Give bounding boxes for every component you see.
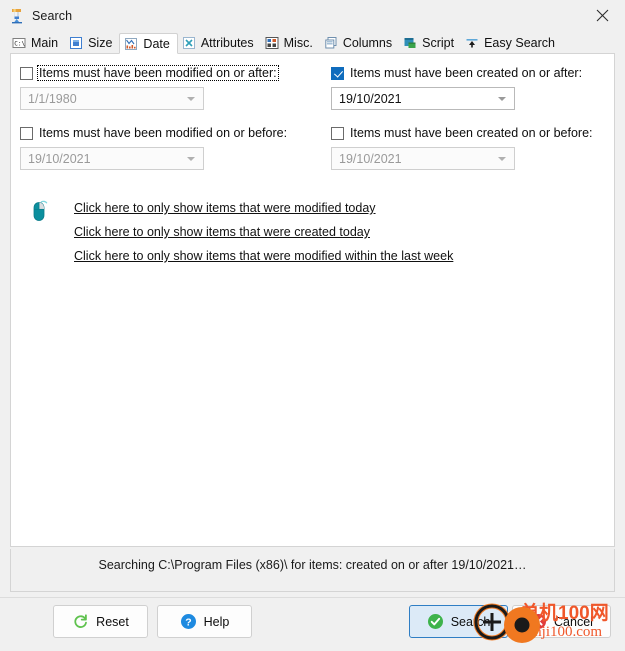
checkbox-created-on-or-after[interactable] — [331, 66, 344, 80]
tab-label: Date — [143, 36, 170, 51]
easy-search-icon — [465, 36, 479, 50]
reset-button[interactable]: Reset — [53, 605, 148, 638]
checkbox-row[interactable]: Items must have been created on or after… — [331, 65, 583, 81]
window-title: Search — [32, 8, 73, 23]
checkbox-modified-on-or-before[interactable] — [20, 126, 33, 140]
svg-text:?: ? — [185, 616, 191, 628]
date-value: 19/10/2021 — [339, 151, 402, 166]
tab-date[interactable]: Date — [119, 33, 178, 54]
chevron-down-icon[interactable] — [187, 96, 195, 101]
checkbox-created-on-or-before[interactable] — [331, 126, 344, 140]
chevron-down-icon[interactable] — [187, 156, 195, 161]
link-modified-today[interactable]: Click here to only show items that were … — [74, 196, 376, 220]
dialog-button-bar: Reset ? Help Search Cancel — [0, 597, 625, 650]
tab-attributes[interactable]: Attributes — [178, 32, 261, 53]
date-value: 19/10/2021 — [339, 91, 402, 106]
checkbox-label[interactable]: Items must have been created on or after… — [349, 66, 583, 80]
size-icon — [69, 36, 83, 50]
date-combo-created-on-or-before[interactable]: 19/10/2021 — [331, 147, 515, 170]
title-bar: Search — [0, 0, 625, 31]
link-modified-last-week[interactable]: Click here to only show items that were … — [74, 244, 453, 268]
filter-created-on-or-after: Items must have been created on or after… — [331, 65, 583, 110]
date-options-panel: Items must have been modified on or afte… — [10, 53, 615, 547]
date-value: 19/10/2021 — [28, 151, 91, 166]
link-created-today[interactable]: Click here to only show items that were … — [74, 220, 370, 244]
attributes-icon — [182, 36, 196, 50]
chevron-down-icon[interactable] — [498, 96, 506, 101]
tab-label: Misc. — [283, 35, 313, 50]
tab-size[interactable]: Size — [65, 32, 119, 53]
quick-filter-links: Click here to only show items that were … — [28, 196, 453, 268]
cancel-button[interactable]: Cancel — [512, 605, 611, 638]
question-icon: ? — [180, 613, 197, 630]
checkbox-row[interactable]: Items must have been created on or befor… — [331, 125, 594, 141]
tab-label: Easy Search — [484, 35, 555, 50]
checkbox-row[interactable]: Items must have been modified on or befo… — [20, 125, 288, 141]
reset-button-label: Reset — [96, 614, 129, 629]
refresh-icon — [72, 613, 89, 630]
everything-search-icon — [9, 8, 25, 24]
mouse-icon — [28, 200, 50, 224]
close-icon[interactable] — [580, 0, 625, 31]
date-combo-modified-on-or-before[interactable]: 19/10/2021 — [20, 147, 204, 170]
tab-strip: C:\ Main Size Date Attributes Misc. Colu… — [0, 31, 625, 54]
tab-misc[interactable]: Misc. — [261, 32, 320, 53]
check-icon — [427, 613, 444, 630]
tab-easy-search[interactable]: Easy Search — [461, 32, 562, 53]
tab-columns[interactable]: Columns — [320, 32, 399, 53]
tab-label: Main — [31, 35, 59, 50]
chevron-down-icon[interactable] — [498, 156, 506, 161]
checkbox-modified-on-or-after[interactable] — [20, 66, 33, 80]
tab-label: Attributes — [200, 35, 254, 50]
filter-modified-on-or-after: Items must have been modified on or afte… — [20, 65, 279, 110]
status-text: Searching C:\Program Files (x86)\ for it… — [98, 558, 527, 572]
misc-icon — [265, 36, 279, 50]
svg-text:C:\: C:\ — [14, 40, 25, 47]
date-chart-icon — [124, 37, 138, 51]
tab-label: Script — [422, 35, 455, 50]
checkbox-label[interactable]: Items must have been created on or befor… — [349, 126, 594, 140]
cancel-icon — [530, 613, 547, 630]
links-list: Click here to only show items that were … — [74, 196, 453, 268]
tab-main[interactable]: C:\ Main — [8, 32, 65, 53]
status-bar: Searching C:\Program Files (x86)\ for it… — [10, 549, 615, 592]
filter-created-on-or-before: Items must have been created on or befor… — [331, 125, 594, 170]
date-combo-created-on-or-after[interactable]: 19/10/2021 — [331, 87, 515, 110]
search-button[interactable]: Search — [409, 605, 508, 638]
columns-icon — [324, 36, 338, 50]
tab-script[interactable]: Script — [399, 32, 461, 53]
script-icon — [403, 36, 417, 50]
search-button-label: Search — [450, 614, 491, 629]
checkbox-label[interactable]: Items must have been modified on or afte… — [37, 65, 279, 81]
cancel-button-label: Cancel — [554, 614, 593, 629]
help-button-label: Help — [203, 614, 230, 629]
checkbox-row[interactable]: Items must have been modified on or afte… — [20, 65, 279, 81]
tab-label: Columns — [342, 35, 393, 50]
date-combo-modified-on-or-after[interactable]: 1/1/1980 — [20, 87, 204, 110]
tab-label: Size — [88, 35, 113, 50]
help-button[interactable]: ? Help — [157, 605, 252, 638]
date-value: 1/1/1980 — [28, 91, 77, 106]
filter-modified-on-or-before: Items must have been modified on or befo… — [20, 125, 288, 170]
checkbox-label[interactable]: Items must have been modified on or befo… — [38, 126, 288, 140]
console-icon: C:\ — [12, 36, 26, 50]
